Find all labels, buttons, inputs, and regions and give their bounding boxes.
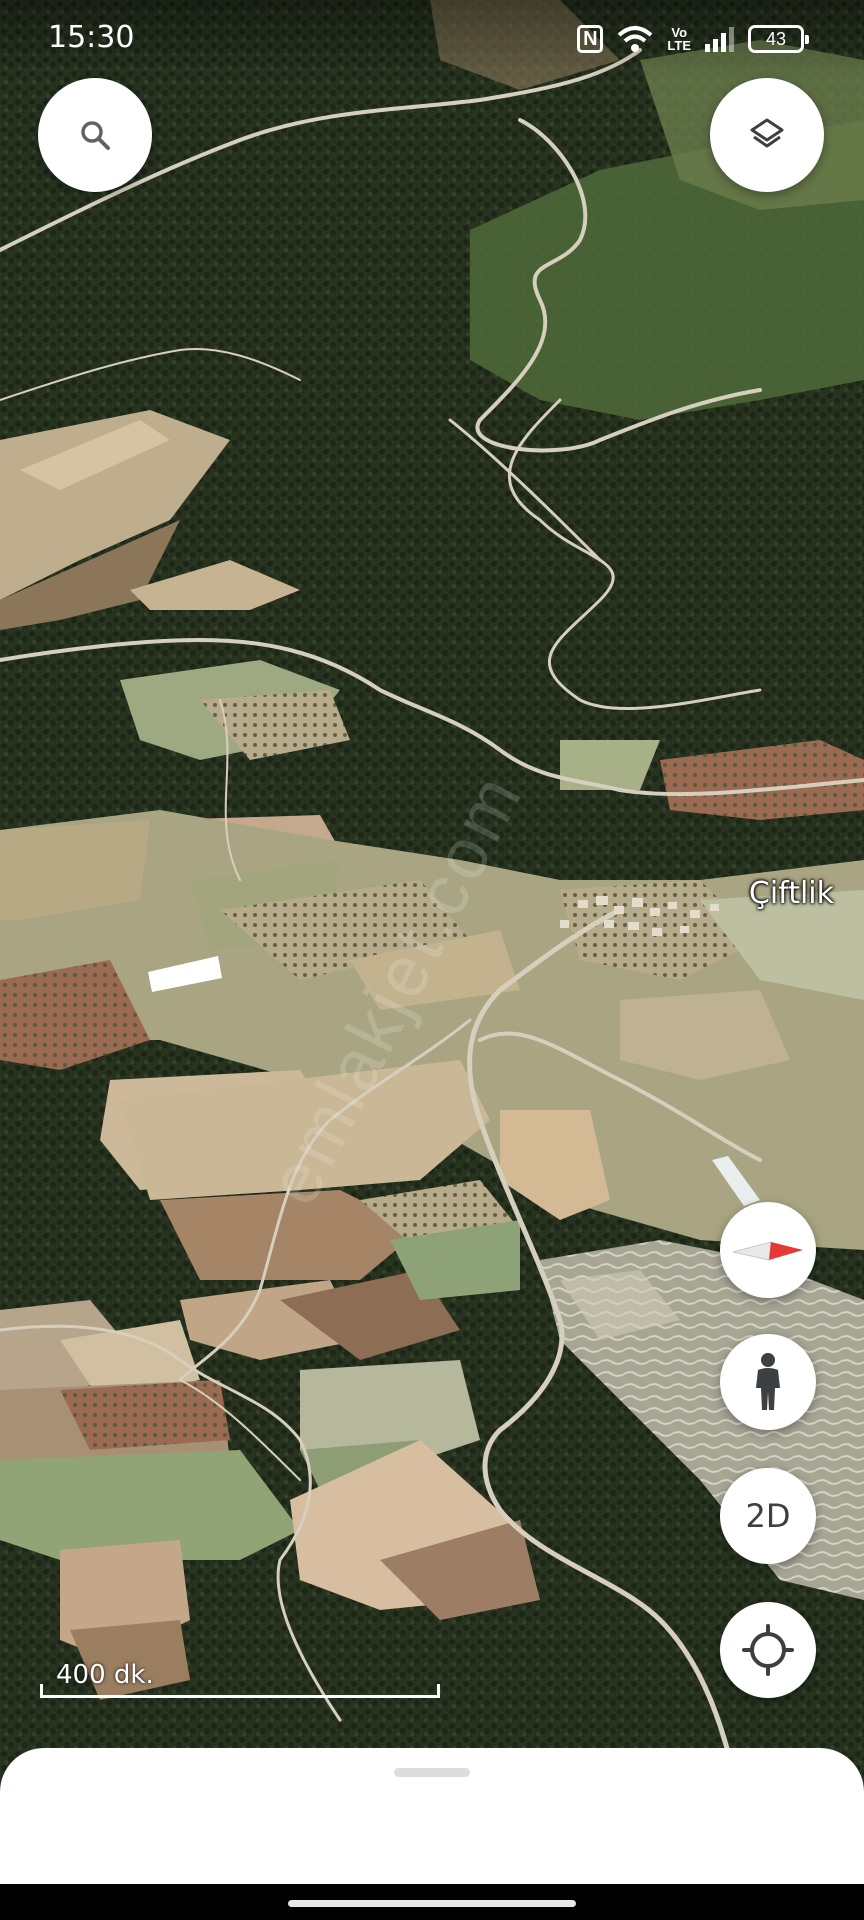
bottom-sheet[interactable] xyxy=(0,1748,864,1884)
nfc-icon: N xyxy=(577,25,604,53)
scale-bar: 400 dk. xyxy=(40,1660,442,1704)
view-mode-label: 2D xyxy=(745,1497,791,1535)
wifi-icon xyxy=(618,26,653,52)
status-time: 15:30 xyxy=(48,20,135,55)
compass-button[interactable] xyxy=(720,1202,816,1298)
layers-icon xyxy=(750,118,784,148)
scale-line xyxy=(40,1684,440,1698)
my-location-button[interactable] xyxy=(720,1602,816,1698)
my-location-icon xyxy=(742,1624,794,1676)
system-navigation-bar xyxy=(0,1884,864,1920)
place-label[interactable]: Çiftlik xyxy=(749,876,834,911)
view-mode-button[interactable]: 2D xyxy=(720,1468,816,1564)
status-icons: N Vo LTE 43 xyxy=(577,22,809,56)
status-bar: 15:30 N Vo LTE 43 xyxy=(0,0,864,78)
volte-icon: Vo LTE xyxy=(667,25,691,53)
search-icon xyxy=(81,121,110,150)
sheet-drag-handle[interactable] xyxy=(394,1768,470,1777)
compass-icon xyxy=(732,1241,803,1261)
layers-button[interactable] xyxy=(710,78,824,192)
home-gesture-handle[interactable] xyxy=(288,1900,576,1907)
pegman-icon xyxy=(756,1353,780,1410)
street-view-button[interactable] xyxy=(720,1334,816,1430)
battery-icon: 43 xyxy=(748,25,809,53)
search-button[interactable] xyxy=(38,78,152,192)
signal-icon xyxy=(705,26,734,52)
